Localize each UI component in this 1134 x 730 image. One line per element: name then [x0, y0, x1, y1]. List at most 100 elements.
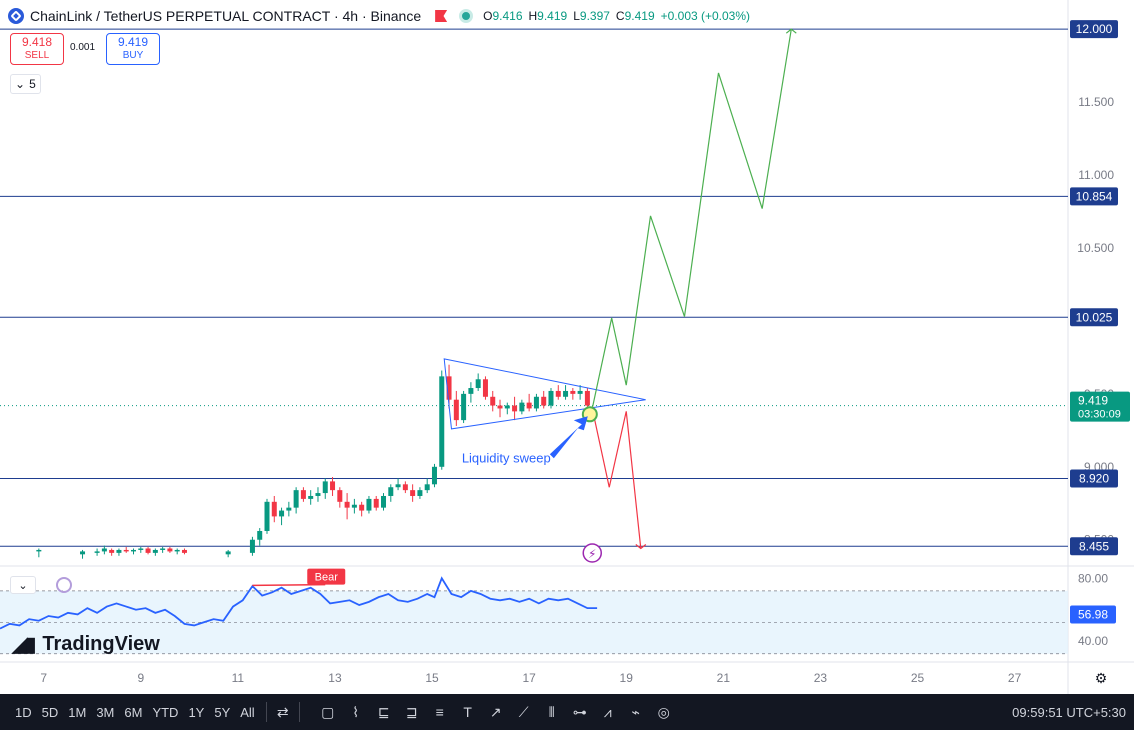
text-tool-icon[interactable]: T [458, 702, 478, 722]
chevron-down-icon: ⌄ [15, 77, 26, 91]
candle-body [570, 390, 576, 394]
volume-profile-icon[interactable]: ⊶ [570, 702, 590, 722]
timeframe-3m[interactable]: 3M [91, 705, 119, 720]
brush-tool-icon[interactable]: ⌁ [626, 702, 646, 722]
candle-body [109, 549, 115, 553]
oscillator-collapse-button[interactable]: ⌄ [10, 576, 36, 594]
indicators-collapse-button[interactable]: ⌄ 5 [10, 74, 41, 94]
ohlc-readout: O9.416 H9.419 L9.397 C9.419 +0.003 (+0.0… [483, 9, 750, 23]
chart-header: ChainLink / TetherUS PERPETUAL CONTRACT … [8, 6, 750, 26]
bearish-divergence-line [252, 583, 326, 587]
candle-body [461, 393, 467, 421]
time-tick-label: 21 [717, 671, 731, 685]
candle-body [482, 379, 488, 397]
timeframe-1d[interactable]: 1D [10, 705, 37, 720]
long-position-icon[interactable]: ⊑ [374, 702, 394, 722]
timeframe-ytd[interactable]: YTD [147, 705, 183, 720]
timeframe-1y[interactable]: 1Y [183, 705, 209, 720]
price-tick-label: 10.500 [1077, 241, 1114, 255]
candle-body [402, 484, 408, 491]
timeframe-6m[interactable]: 6M [119, 705, 147, 720]
fib-retracement-icon[interactable]: ⫴ [542, 702, 562, 722]
sell-button[interactable]: 9.418 SELL [10, 33, 64, 65]
candle-body [439, 376, 445, 467]
candle-body [174, 549, 180, 552]
tradingview-mark-icon: ◢▮ [12, 634, 36, 656]
clock-readout[interactable]: 09:59:51 UTC+5:30 [1012, 694, 1126, 730]
timeframe-1m[interactable]: 1M [63, 705, 91, 720]
price-tick-label: 11.000 [1078, 168, 1114, 182]
candle-body [167, 548, 173, 552]
time-tick-label: 11 [232, 671, 245, 685]
candle-body [116, 549, 122, 553]
candle-body [315, 493, 321, 496]
candle-body [497, 405, 503, 409]
candle-body [490, 396, 496, 406]
price-tick-label: 11.500 [1078, 95, 1114, 109]
short-position-icon[interactable]: ⊒ [402, 702, 422, 722]
tradingview-logo: ◢▮ TradingView [12, 632, 160, 657]
flag-icon[interactable] [435, 10, 448, 22]
trend-line-icon[interactable]: ⟋ [514, 702, 534, 722]
close-label: C [615, 9, 625, 23]
candle-body [145, 548, 151, 553]
candle-body [249, 539, 255, 553]
candle-body [424, 484, 430, 491]
high-label: H [528, 9, 538, 23]
date-range-icon[interactable]: ⇄ [273, 702, 293, 722]
settings-gear-icon[interactable]: ⚙ [1093, 670, 1109, 686]
timeframe-5d[interactable]: 5D [37, 705, 64, 720]
level-price-label: 10.025 [1076, 310, 1113, 324]
candle-body [293, 490, 299, 508]
level-price-label: 8.455 [1079, 539, 1109, 553]
candle-body [468, 388, 474, 394]
candle-body [279, 510, 285, 517]
drawing-tools: ▢ ⌇ ⊑ ⊒ ≡ T ↗ ⟋ ⫴ ⊶ ⩘ ⌁ ◎ [318, 702, 674, 722]
timeframe-all[interactable]: All [235, 705, 259, 720]
low-value: 9.397 [579, 9, 610, 23]
candle-body [344, 501, 350, 508]
candle-body [101, 548, 107, 552]
sell-price: 9.418 [21, 35, 53, 49]
chart-stage[interactable]: 12.00011.50011.00010.5009.5009.0008.5007… [0, 0, 1134, 730]
oscillator-value-label: 56.98 [1078, 607, 1108, 621]
parallel-channel-icon[interactable]: ≡ [430, 702, 450, 722]
symbol-title[interactable]: ChainLink / TetherUS PERPETUAL CONTRACT … [30, 8, 421, 24]
time-tick-label: 13 [328, 671, 342, 685]
price-chart[interactable]: 12.00011.50011.00010.5009.5009.0008.5007… [0, 0, 1134, 694]
candle-body [138, 548, 144, 550]
close-value: 9.419 [624, 9, 655, 23]
buy-button[interactable]: 9.419 BUY [106, 33, 160, 65]
time-tick-label: 9 [137, 671, 144, 685]
timeframe-5y[interactable]: 5Y [209, 705, 235, 720]
path-tool-icon[interactable]: ⌇ [346, 702, 366, 722]
candle-body [577, 390, 583, 394]
candle-body [300, 490, 306, 499]
candle-body [123, 549, 129, 552]
candle-body [131, 549, 136, 552]
buy-label: BUY [122, 50, 144, 61]
candle-body [504, 405, 510, 409]
candle-body [417, 490, 423, 496]
candle-body [555, 390, 561, 397]
liquidity-sweep-label: Liquidity sweep [462, 450, 551, 465]
refresh-icon[interactable] [56, 577, 72, 593]
candle-body [264, 501, 270, 531]
rectangle-tool-icon[interactable]: ▢ [318, 702, 338, 722]
countdown-label: 03:30:09 [1078, 409, 1121, 421]
candle-body [308, 495, 314, 499]
arrow-tool-icon[interactable]: ↗ [486, 702, 506, 722]
pattern-tool-icon[interactable]: ⩘ [598, 702, 618, 722]
candle-body [286, 507, 292, 511]
candle-body [395, 484, 401, 488]
candle-body [533, 396, 539, 409]
candle-body [410, 490, 416, 496]
candle-body [512, 405, 518, 412]
candle-body [548, 390, 554, 406]
time-tick-label: 25 [911, 671, 925, 685]
current-price-label: 9.419 [1078, 394, 1108, 408]
candle-body [519, 402, 525, 412]
candle-body [373, 498, 379, 508]
oscillator-tick-label: 40.00 [1078, 634, 1108, 648]
measure-tool-icon[interactable]: ◎ [654, 702, 674, 722]
